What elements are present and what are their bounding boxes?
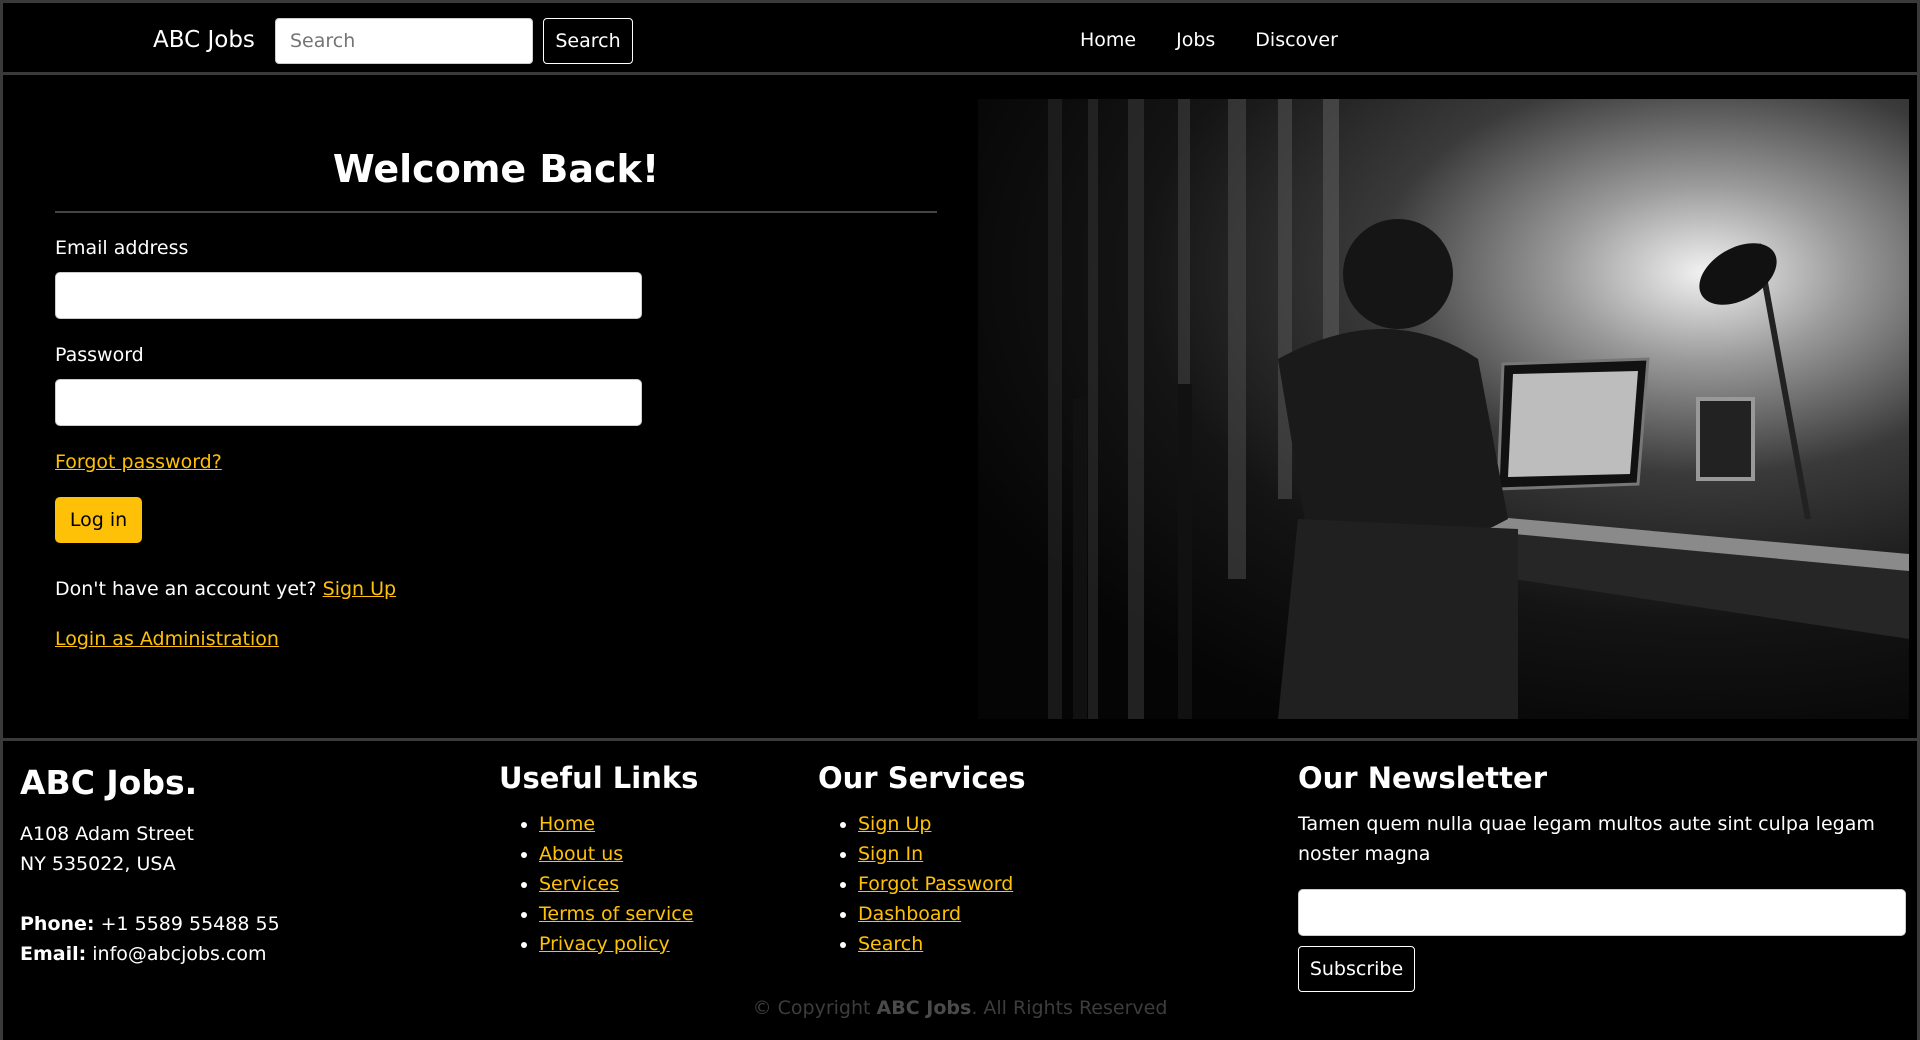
phone-value: +1 5589 55488 55	[100, 913, 280, 935]
chair-post-shape	[1073, 399, 1087, 719]
page: ABC Jobs Search Home Jobs Discover Welco…	[0, 0, 1920, 1040]
nav-link-home[interactable]: Home	[1080, 29, 1136, 51]
useful-links-title: Useful Links	[499, 761, 699, 795]
footer-link-privacy[interactable]: Privacy policy	[539, 933, 670, 955]
top-navbar: ABC Jobs Search Home Jobs Discover	[3, 3, 1917, 75]
hero-photo	[978, 99, 1909, 719]
list-item: Dashboard	[858, 899, 1013, 929]
footer-link-terms[interactable]: Terms of service	[539, 903, 693, 925]
newsletter-text: Tamen quem nulla quae legam multos aute …	[1298, 813, 1875, 865]
lamp-arm-shape	[1755, 243, 1811, 520]
our-services-title: Our Services	[818, 761, 1026, 795]
our-services-list: Sign Up Sign In Forgot Password Dashboar…	[818, 809, 1013, 959]
chair-post-shape	[1178, 384, 1192, 719]
list-item: Search	[858, 929, 1013, 959]
copyright-suffix: . All Rights Reserved	[971, 997, 1168, 1019]
lamp-head-shape	[1699, 243, 1777, 305]
footer-link-sign-up[interactable]: Sign Up	[858, 813, 931, 835]
password-field[interactable]	[55, 379, 642, 426]
copyright-prefix: © Copyright	[752, 997, 871, 1019]
footer-link-about[interactable]: About us	[539, 843, 623, 865]
page-title: Welcome Back!	[332, 147, 660, 191]
footer-link-dashboard[interactable]: Dashboard	[858, 903, 961, 925]
footer-email: Email: info@abcjobs.com	[20, 939, 267, 969]
list-item: Terms of service	[539, 899, 693, 929]
list-item: Home	[539, 809, 693, 839]
copyright: © Copyright ABC Jobs. All Rights Reserve…	[3, 997, 1917, 1019]
search-input[interactable]	[275, 18, 533, 64]
nav-links: Home Jobs Discover	[1080, 29, 1338, 51]
footer-link-forgot-password[interactable]: Forgot Password	[858, 873, 1013, 895]
footer-link-sign-in[interactable]: Sign In	[858, 843, 923, 865]
copyright-brand: ABC Jobs	[876, 997, 972, 1019]
no-account-text: Don't have an account yet?	[55, 578, 317, 600]
footer: ABC Jobs. A108 Adam Street NY 535022, US…	[3, 738, 1917, 1040]
nav-link-jobs[interactable]: Jobs	[1176, 29, 1215, 51]
person-legs-shape	[1278, 519, 1518, 719]
hero-photo-illustration	[1048, 99, 1909, 719]
person-torso-shape	[1278, 329, 1508, 551]
newsletter-email-field[interactable]	[1298, 889, 1906, 936]
footer-address-2: NY 535022, USA	[20, 853, 176, 875]
footer-phone: Phone: +1 5589 55488 55	[20, 909, 280, 939]
useful-links-list: Home About us Services Terms of service …	[499, 809, 693, 959]
person-head-shape	[1343, 219, 1453, 329]
list-item: Sign Up	[858, 809, 1013, 839]
search-button[interactable]: Search	[543, 18, 633, 64]
list-item: Privacy policy	[539, 929, 693, 959]
title-divider	[55, 211, 937, 213]
footer-link-search[interactable]: Search	[858, 933, 923, 955]
photo-frame-shape	[1696, 397, 1755, 481]
email-field[interactable]	[55, 272, 642, 319]
sign-up-link[interactable]: Sign Up	[323, 578, 396, 600]
list-item: About us	[539, 839, 693, 869]
subscribe-button[interactable]: Subscribe	[1298, 946, 1415, 992]
footer-address-1: A108 Adam Street	[20, 823, 194, 845]
list-item: Forgot Password	[858, 869, 1013, 899]
navbar-brand[interactable]: ABC Jobs	[153, 27, 255, 53]
list-item: Services	[539, 869, 693, 899]
nav-link-discover[interactable]: Discover	[1255, 29, 1338, 51]
footer-link-services[interactable]: Services	[539, 873, 619, 895]
email-label: Email address	[55, 237, 189, 259]
login-form: Welcome Back! Email address Password For…	[55, 99, 937, 650]
forgot-password-link[interactable]: Forgot password?	[55, 451, 222, 473]
email-label-footer: Email:	[20, 943, 87, 965]
newsletter-title: Our Newsletter	[1298, 761, 1547, 795]
laptop-screen-shape	[1508, 371, 1638, 477]
signup-prompt: Don't have an account yet? Sign Up	[55, 578, 396, 600]
login-button[interactable]: Log in	[55, 497, 142, 543]
email-value: info@abcjobs.com	[92, 943, 267, 965]
password-label: Password	[55, 344, 144, 366]
admin-login-link[interactable]: Login as Administration	[55, 628, 279, 650]
list-item: Sign In	[858, 839, 1013, 869]
footer-link-home[interactable]: Home	[539, 813, 595, 835]
phone-label: Phone:	[20, 913, 95, 935]
footer-brand: ABC Jobs.	[20, 763, 198, 802]
